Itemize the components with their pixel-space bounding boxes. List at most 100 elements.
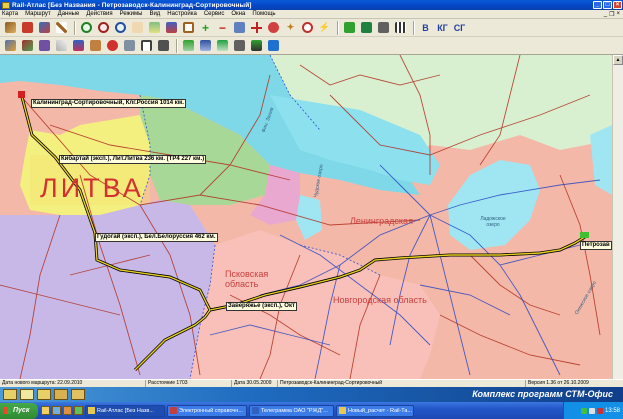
rail-atlas-icon: [88, 407, 95, 414]
quicklaunch-media-icon[interactable]: [74, 406, 83, 415]
tray-volume-icon[interactable]: [588, 407, 595, 414]
station-label-zaveryazhye[interactable]: Заверяжье (эксп.), Окт: [226, 302, 297, 311]
select-icon[interactable]: [232, 20, 247, 35]
bus-icon[interactable]: [20, 20, 35, 35]
tool-d-icon[interactable]: [54, 38, 69, 53]
station-label-gudogai[interactable]: Гудогай (эксп.), Бел.Белоруссия 462 км.: [95, 233, 218, 242]
database-icon[interactable]: [71, 389, 85, 400]
banner-title: Комплекс программ СТМ-Офис: [472, 389, 613, 399]
rail-tariff-icon: [339, 407, 346, 414]
menu-rezhimy[interactable]: Режимы: [120, 11, 143, 17]
task-rail-atlas[interactable]: Rail-Атлас [Без Назв...: [85, 404, 165, 417]
archive-icon[interactable]: [54, 389, 68, 400]
toolbar-button-sg[interactable]: СГ: [452, 20, 467, 35]
tray-network-icon[interactable]: [580, 407, 587, 414]
folder-open-icon[interactable]: [37, 389, 51, 400]
maximize-button[interactable]: □: [603, 1, 612, 9]
train-icon[interactable]: [342, 20, 357, 35]
taskbar: Пуск Rail-Атлас [Без Назв... Электронный…: [0, 402, 623, 419]
pencil-icon[interactable]: [3, 20, 18, 35]
start-button[interactable]: Пуск: [0, 402, 38, 419]
remove-icon[interactable]: −: [215, 20, 230, 35]
region-label-pskov: Псковская область: [225, 269, 269, 289]
menu-servis[interactable]: Сервис: [204, 11, 225, 17]
mdi-close-icon[interactable]: ×: [616, 11, 620, 18]
menu-okna[interactable]: Окна: [231, 11, 245, 17]
close-button[interactable]: ×: [613, 1, 622, 9]
map-vertical-scrollbar[interactable]: ▲: [612, 55, 623, 379]
toolbar-button-kg[interactable]: КГ: [435, 20, 450, 35]
tool-g-icon[interactable]: [105, 38, 120, 53]
tool-m-icon[interactable]: [215, 38, 230, 53]
magnifier-icon[interactable]: [113, 20, 128, 35]
tray-antivirus-icon[interactable]: [596, 407, 603, 414]
document-icon[interactable]: [20, 389, 34, 400]
tool-c-icon[interactable]: [37, 38, 52, 53]
pin-icon[interactable]: [266, 20, 281, 35]
word-document-icon: [252, 407, 259, 414]
station-label-kaliningrad[interactable]: Калининград-Сортировочный, Клг.Россия 10…: [31, 99, 186, 108]
folder-icon[interactable]: [3, 389, 17, 400]
menu-karta[interactable]: Карта: [2, 11, 18, 17]
clock[interactable]: 13:58: [605, 408, 620, 414]
task-new-calc[interactable]: Новый_расчет - Rail-Та...: [336, 404, 414, 417]
secondary-toolbar: [0, 37, 623, 55]
tool-o-icon[interactable]: [249, 38, 264, 53]
map-view[interactable]: Калининград-Сортировочный, Клг.Россия 10…: [0, 55, 612, 379]
mdi-restore-icon[interactable]: ❐: [609, 11, 614, 18]
region-label-leningrad: Ленинградская: [350, 216, 413, 226]
scroll-up-icon[interactable]: ▲: [613, 55, 623, 65]
line-tool-icon[interactable]: [54, 20, 69, 35]
status-distance: Расстояние 1703: [146, 380, 232, 387]
quicklaunch-folder-icon[interactable]: [41, 406, 50, 415]
product-banner: Комплекс программ СТМ-Офис: [0, 387, 623, 402]
track-icon[interactable]: [393, 20, 408, 35]
minimize-button[interactable]: _: [593, 1, 602, 9]
tool-b-icon[interactable]: [20, 38, 35, 53]
tool-p-icon[interactable]: [266, 38, 281, 53]
toolbar-button-v[interactable]: В: [418, 20, 433, 35]
mdi-minimize-icon[interactable]: _: [604, 11, 607, 18]
window-title: Rail-Атлас [Без Названия - Петрозаводск-…: [12, 1, 252, 9]
menu-pomosch[interactable]: Помощь: [252, 11, 275, 17]
quicklaunch-app-icon[interactable]: [52, 406, 61, 415]
tool-a-icon[interactable]: [3, 38, 18, 53]
train2-icon[interactable]: [359, 20, 374, 35]
tool-k-icon[interactable]: [181, 38, 196, 53]
tool-h-icon[interactable]: [122, 38, 137, 53]
region-icon[interactable]: [164, 20, 179, 35]
menu-nastroika[interactable]: Настройка: [167, 11, 197, 17]
menu-vid[interactable]: Вид: [149, 11, 160, 17]
zoom-out-icon[interactable]: [96, 20, 111, 35]
map-view-icon[interactable]: [147, 20, 162, 35]
station-label-kibartai[interactable]: Кибартай (эксп.), Лит.Литва 236 км. (ТР4…: [59, 155, 207, 164]
tool-e-icon[interactable]: [71, 38, 86, 53]
frame-icon[interactable]: [181, 20, 196, 35]
main-toolbar: + − ✦ ⚡ В КГ СГ: [0, 19, 623, 37]
zoom-in-icon[interactable]: [79, 20, 94, 35]
station-icon[interactable]: [376, 20, 391, 35]
task-telegram[interactable]: Телеграмма ОАО "РЖД"...: [249, 404, 334, 417]
star-icon[interactable]: ✦: [283, 20, 298, 35]
cross-icon[interactable]: [249, 20, 264, 35]
station-label-petrozavodsk[interactable]: Петрозав: [580, 241, 612, 250]
tool-l-icon[interactable]: [198, 38, 213, 53]
hand-icon[interactable]: [130, 20, 145, 35]
quicklaunch-browser-icon[interactable]: [63, 406, 72, 415]
menu-marshrut[interactable]: Маршрут: [25, 11, 51, 17]
tool-f-icon[interactable]: [88, 38, 103, 53]
task-spravochnik[interactable]: Электронный справочн...: [167, 404, 247, 417]
lightning-icon[interactable]: ⚡: [317, 20, 332, 35]
add-icon[interactable]: +: [198, 20, 213, 35]
route-icon[interactable]: [37, 20, 52, 35]
water-label-ladoga: Ладожское озеро: [480, 216, 506, 228]
circle-target-icon[interactable]: [300, 20, 315, 35]
tool-i-icon[interactable]: [139, 38, 154, 53]
book-icon: [170, 407, 177, 414]
title-bar: Rail-Атлас [Без Названия - Петрозаводск-…: [0, 0, 623, 10]
tool-j-icon[interactable]: [156, 38, 171, 53]
menu-dannye[interactable]: Данные: [58, 11, 80, 17]
tool-n-icon[interactable]: [232, 38, 247, 53]
menu-deistviya[interactable]: Действия: [86, 11, 112, 17]
windows-logo-icon: [4, 407, 11, 414]
